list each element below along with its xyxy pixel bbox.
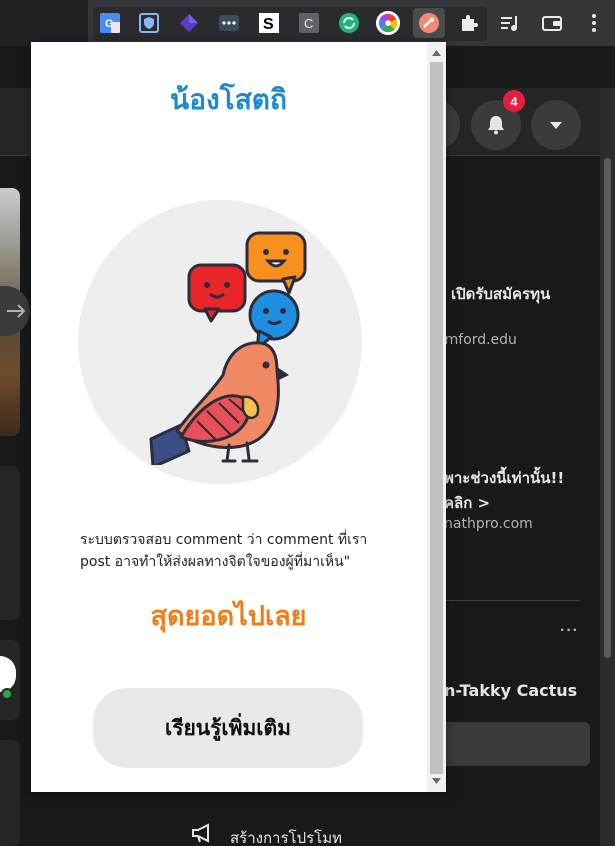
popup-scrollbar-thumb[interactable] xyxy=(430,62,443,774)
google-translate-icon[interactable]: G xyxy=(97,10,123,36)
browser-toolbar: G S C xyxy=(0,0,615,46)
learn-more-button[interactable]: เรียนรู้เพิ่มเติม xyxy=(93,688,363,768)
extension-popup: น้องโสตถิ ระบบตรวจสอบ comment ว่า commen… xyxy=(31,42,446,792)
wallet-icon[interactable] xyxy=(539,10,565,36)
ad-title[interactable]: ด เปิดรับสมัครทุน xyxy=(436,282,550,306)
page-action-button[interactable] xyxy=(440,722,590,766)
popup-description: ระบบตรวจสอบ comment ว่า comment ที่เรา p… xyxy=(80,532,368,570)
more-options-icon[interactable]: ··· xyxy=(560,622,579,640)
scroll-down-icon[interactable] xyxy=(427,772,446,790)
divider xyxy=(440,600,580,601)
scroll-up-icon[interactable] xyxy=(427,44,446,62)
ad-title-line2[interactable]: คลิก > xyxy=(444,491,490,515)
s-extension-icon[interactable]: S xyxy=(256,10,282,36)
c-extension-icon[interactable]: C xyxy=(296,10,322,36)
shield-extension-icon[interactable] xyxy=(136,10,162,36)
svg-text:S: S xyxy=(263,16,274,33)
ad-domain: amford.edu xyxy=(436,332,517,348)
popup-title: น้องโสตถิ xyxy=(170,83,287,116)
create-promotion-link[interactable]: สร้างการโปรโมท xyxy=(230,826,342,846)
reading-list-icon[interactable] xyxy=(497,10,523,36)
account-menu-button[interactable] xyxy=(531,100,581,150)
arrow-right-icon xyxy=(7,304,26,318)
popup-highlight: สุดยอดไปเลย xyxy=(150,601,307,632)
dots-extension-icon[interactable] xyxy=(216,10,242,36)
feed-card xyxy=(0,466,20,620)
notification-badge: 4 xyxy=(503,90,525,112)
toolbar-left-area xyxy=(0,0,88,46)
ad-domain: nathpro.com xyxy=(444,516,533,532)
caret-down-icon xyxy=(550,122,562,129)
ad-title[interactable]: พาะช่วงนี้เท่านั้น!! xyxy=(444,466,564,490)
svg-text:C: C xyxy=(304,16,313,31)
page-name[interactable]: n-Takky Cactus xyxy=(444,681,577,700)
online-status-dot xyxy=(1,688,13,700)
purple-gem-icon[interactable] xyxy=(176,10,202,36)
stories-next-button[interactable] xyxy=(0,286,30,336)
page-scrollbar-thumb[interactable] xyxy=(604,158,611,658)
megaphone-icon xyxy=(190,822,214,846)
menu-icon[interactable] xyxy=(581,10,607,36)
puzzle-icon[interactable] xyxy=(456,10,482,36)
color-wheel-icon[interactable] xyxy=(375,10,401,36)
feed-card xyxy=(0,740,20,846)
bell-icon xyxy=(488,116,504,135)
active-extension-icon[interactable] xyxy=(413,8,445,38)
bird-chat-illustration xyxy=(149,231,307,465)
green-refresh-icon[interactable] xyxy=(336,10,362,36)
